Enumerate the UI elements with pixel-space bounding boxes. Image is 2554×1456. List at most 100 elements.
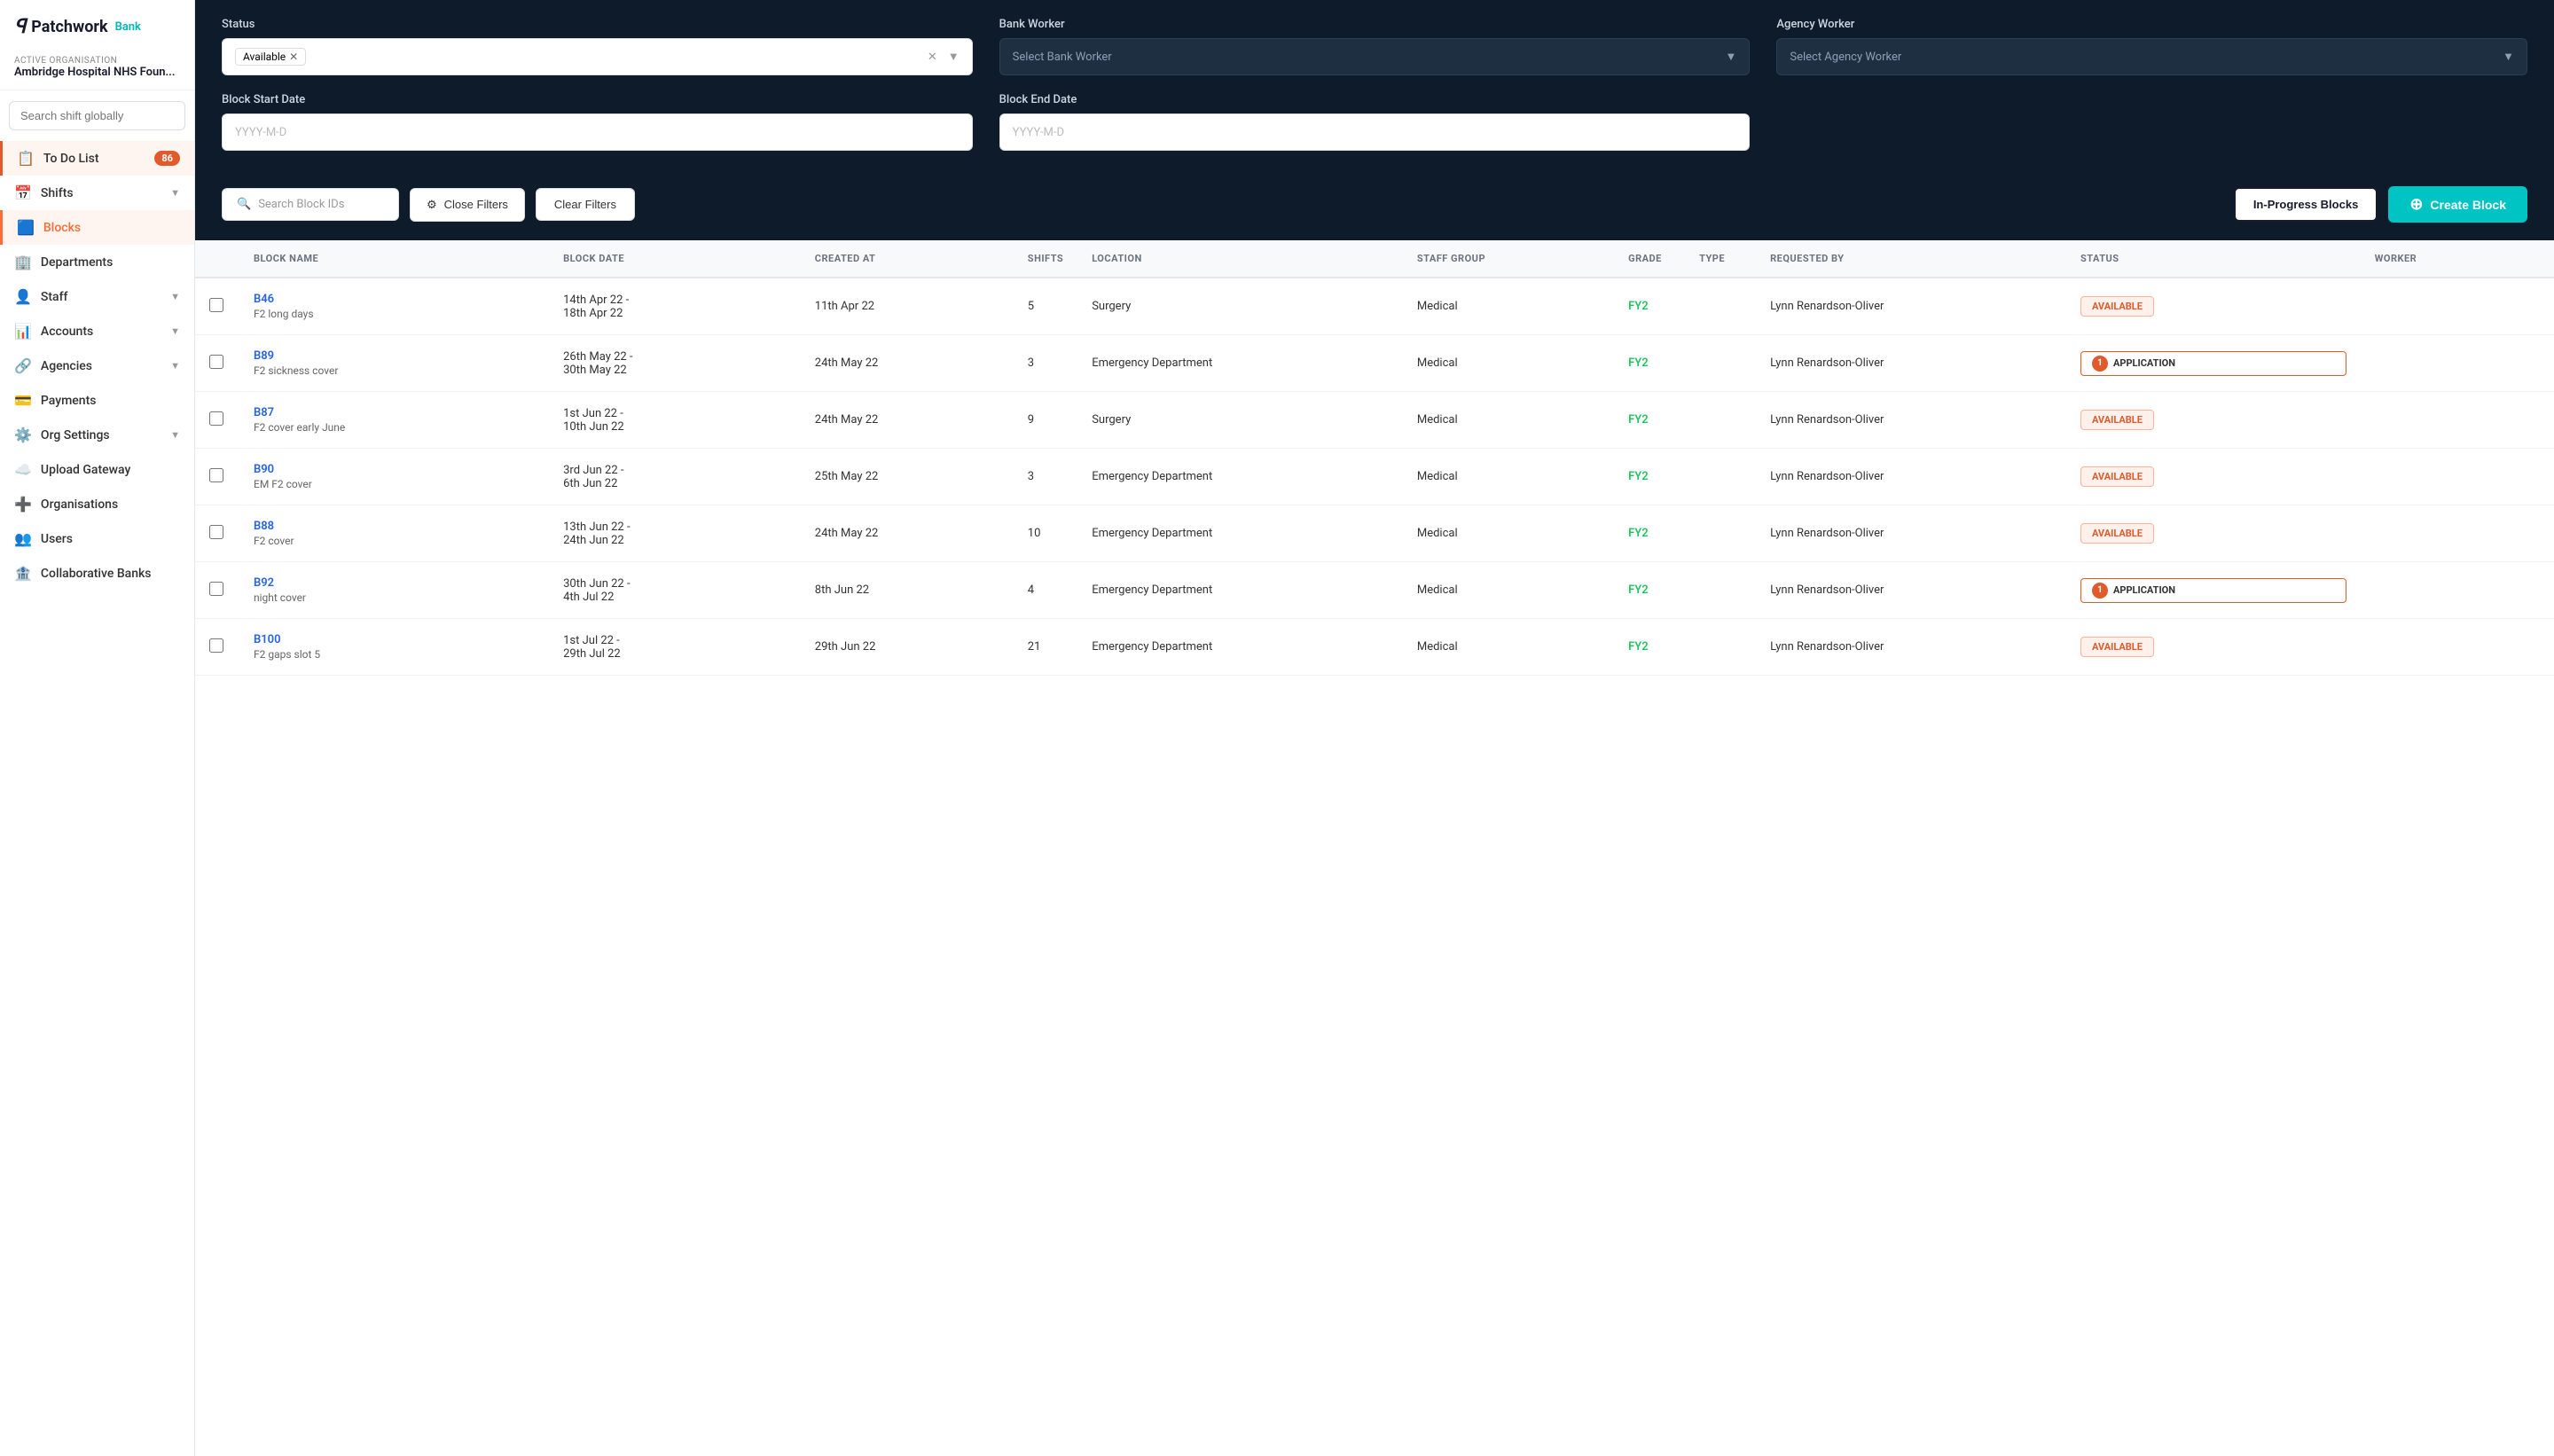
block-end-input[interactable]: YYYY-M-D [999,114,1751,151]
status-dropdown-icon[interactable]: ▼ [948,50,960,64]
users-label: Users [41,532,73,546]
block-end-filter-group: Block End Date YYYY-M-D [999,93,1751,151]
block-id-link[interactable]: B88 [254,520,274,533]
agency-worker-label: Agency Worker [1776,18,2527,31]
filter-icon: ⚙ [427,198,437,212]
sidebar-item-organisations[interactable]: ➕ Organisations [0,487,194,521]
sidebar-item-payments[interactable]: 💳 Payments [0,383,194,418]
row-checkbox[interactable] [209,411,223,426]
block-sub-name: F2 cover [254,535,535,547]
block-name-cell: B87 F2 cover early June [239,392,549,449]
header-status: STATUS [2066,240,2361,278]
create-block-plus-icon: ⊕ [2409,195,2423,214]
clear-filters-button[interactable]: Clear Filters [536,188,635,221]
sidebar-item-agencies[interactable]: 🔗 Agencies ▼ [0,348,194,383]
block-date-cell: 26th May 22 - 30th May 22 [549,335,801,392]
row-checkbox-cell [195,505,239,562]
block-id-link[interactable]: B46 [254,293,274,306]
header-staff-group: STAFF GROUP [1403,240,1614,278]
departments-icon: 🏢 [14,254,32,270]
type-cell [1685,335,1756,392]
in-progress-label: In-Progress Blocks [2253,198,2359,211]
accounts-label: Accounts [41,325,93,339]
sidebar-item-upload-gateway[interactable]: ☁️ Upload Gateway [0,452,194,487]
staff-arrow-icon: ▼ [170,291,180,302]
row-checkbox[interactable] [209,298,223,312]
sidebar-item-departments[interactable]: 🏢 Departments [0,245,194,279]
status-badge: AVAILABLE [2080,296,2154,317]
action-bar: 🔍 Search Block IDs ⚙ Close Filters Clear… [195,186,2554,240]
block-id-link[interactable]: B92 [254,576,274,590]
block-id-link[interactable]: B89 [254,349,274,363]
table-row: B46 F2 long days 14th Apr 22 - 18th Apr … [195,278,2554,335]
shifts-arrow-icon: ▼ [170,187,180,199]
block-end-label: Block End Date [999,93,1751,106]
status-tag-remove-icon[interactable]: ✕ [289,51,298,63]
sidebar: ꟼ Patchwork Bank ACTIVE ORGANISATION Amb… [0,0,195,1456]
sidebar-item-blocks[interactable]: 🟦 Blocks [0,210,194,245]
row-checkbox-cell [195,619,239,676]
row-checkbox[interactable] [209,355,223,369]
sidebar-item-shifts[interactable]: 📅 Shifts ▼ [0,176,194,210]
block-id-link[interactable]: B87 [254,406,274,419]
block-id-link[interactable]: B100 [254,633,281,646]
sidebar-item-staff[interactable]: 👤 Staff ▼ [0,279,194,314]
header-location: LOCATION [1077,240,1403,278]
in-progress-blocks-button[interactable]: In-Progress Blocks [2234,187,2378,222]
agency-worker-dropdown-icon[interactable]: ▼ [2503,50,2514,64]
grade-value: FY2 [1628,413,1649,427]
block-id-link[interactable]: B90 [254,463,274,476]
row-checkbox-cell [195,562,239,619]
close-filters-label: Close Filters [444,198,508,211]
block-sub-name: F2 gaps slot 5 [254,648,535,661]
nav-list: 📋 To Do List 86 📅 Shifts ▼ 🟦 Blocks 🏢 De… [0,141,194,591]
search-block-placeholder: Search Block IDs [258,198,344,211]
sidebar-item-accounts[interactable]: 📊 Accounts ▼ [0,314,194,348]
worker-cell [2361,335,2554,392]
block-start-input[interactable]: YYYY-M-D [222,114,973,151]
close-filters-button[interactable]: ⚙ Close Filters [410,188,525,222]
agencies-arrow-icon: ▼ [170,360,180,372]
created-at-cell: 24th May 22 [801,335,1014,392]
sidebar-item-users[interactable]: 👥 Users [0,521,194,556]
row-checkbox[interactable] [209,468,223,482]
row-checkbox[interactable] [209,638,223,653]
created-at-cell: 25th May 22 [801,449,1014,505]
location-cell: Emergency Department [1077,335,1403,392]
header-requested-by: REQUESTED BY [1756,240,2066,278]
staff-group-cell: Medical [1403,562,1614,619]
sidebar-item-collaborative-banks[interactable]: 🏦 Collaborative Banks [0,556,194,591]
search-shift-input[interactable] [9,101,185,130]
block-name-cell: B89 F2 sickness cover [239,335,549,392]
type-cell [1685,505,1756,562]
location-cell: Emergency Department [1077,505,1403,562]
accounts-arrow-icon: ▼ [170,325,180,337]
search-block-ids-input[interactable]: 🔍 Search Block IDs [222,188,399,221]
worker-cell [2361,392,2554,449]
status-filter-input[interactable]: Available ✕ ✕ ▼ [222,38,973,75]
agency-worker-filter-input[interactable]: Select Agency Worker ▼ [1776,38,2527,75]
row-checkbox[interactable] [209,582,223,596]
shifts-cell: 21 [1014,619,1077,676]
agency-worker-filter-group: Agency Worker Select Agency Worker ▼ [1776,18,2527,75]
agency-worker-placeholder: Select Agency Worker [1790,51,1901,64]
table-row: B87 F2 cover early June 1st Jun 22 - 10t… [195,392,2554,449]
active-org-label: ACTIVE ORGANISATION [14,56,180,66]
bank-worker-dropdown-icon[interactable]: ▼ [1725,50,1736,64]
sidebar-item-todo[interactable]: 📋 To Do List 86 [0,141,194,176]
block-date-start: 30th Jun 22 - [563,577,787,591]
users-icon: 👥 [14,530,32,547]
status-badge: AVAILABLE [2080,637,2154,657]
shifts-cell: 10 [1014,505,1077,562]
create-block-button[interactable]: ⊕ Create Block [2388,186,2527,223]
block-date-end: 24th Jun 22 [563,534,787,547]
grade-value: FY2 [1628,300,1649,313]
row-checkbox[interactable] [209,525,223,539]
block-date-cell: 3rd Jun 22 - 6th Jun 22 [549,449,801,505]
logo-bank-text: Bank [115,20,141,34]
sidebar-item-org-settings[interactable]: ⚙️ Org Settings ▼ [0,418,194,452]
status-clear-icon[interactable]: ✕ [928,51,937,64]
worker-cell [2361,449,2554,505]
bank-worker-filter-input[interactable]: Select Bank Worker ▼ [999,38,1751,75]
block-date-end: 10th Jun 22 [563,420,787,434]
